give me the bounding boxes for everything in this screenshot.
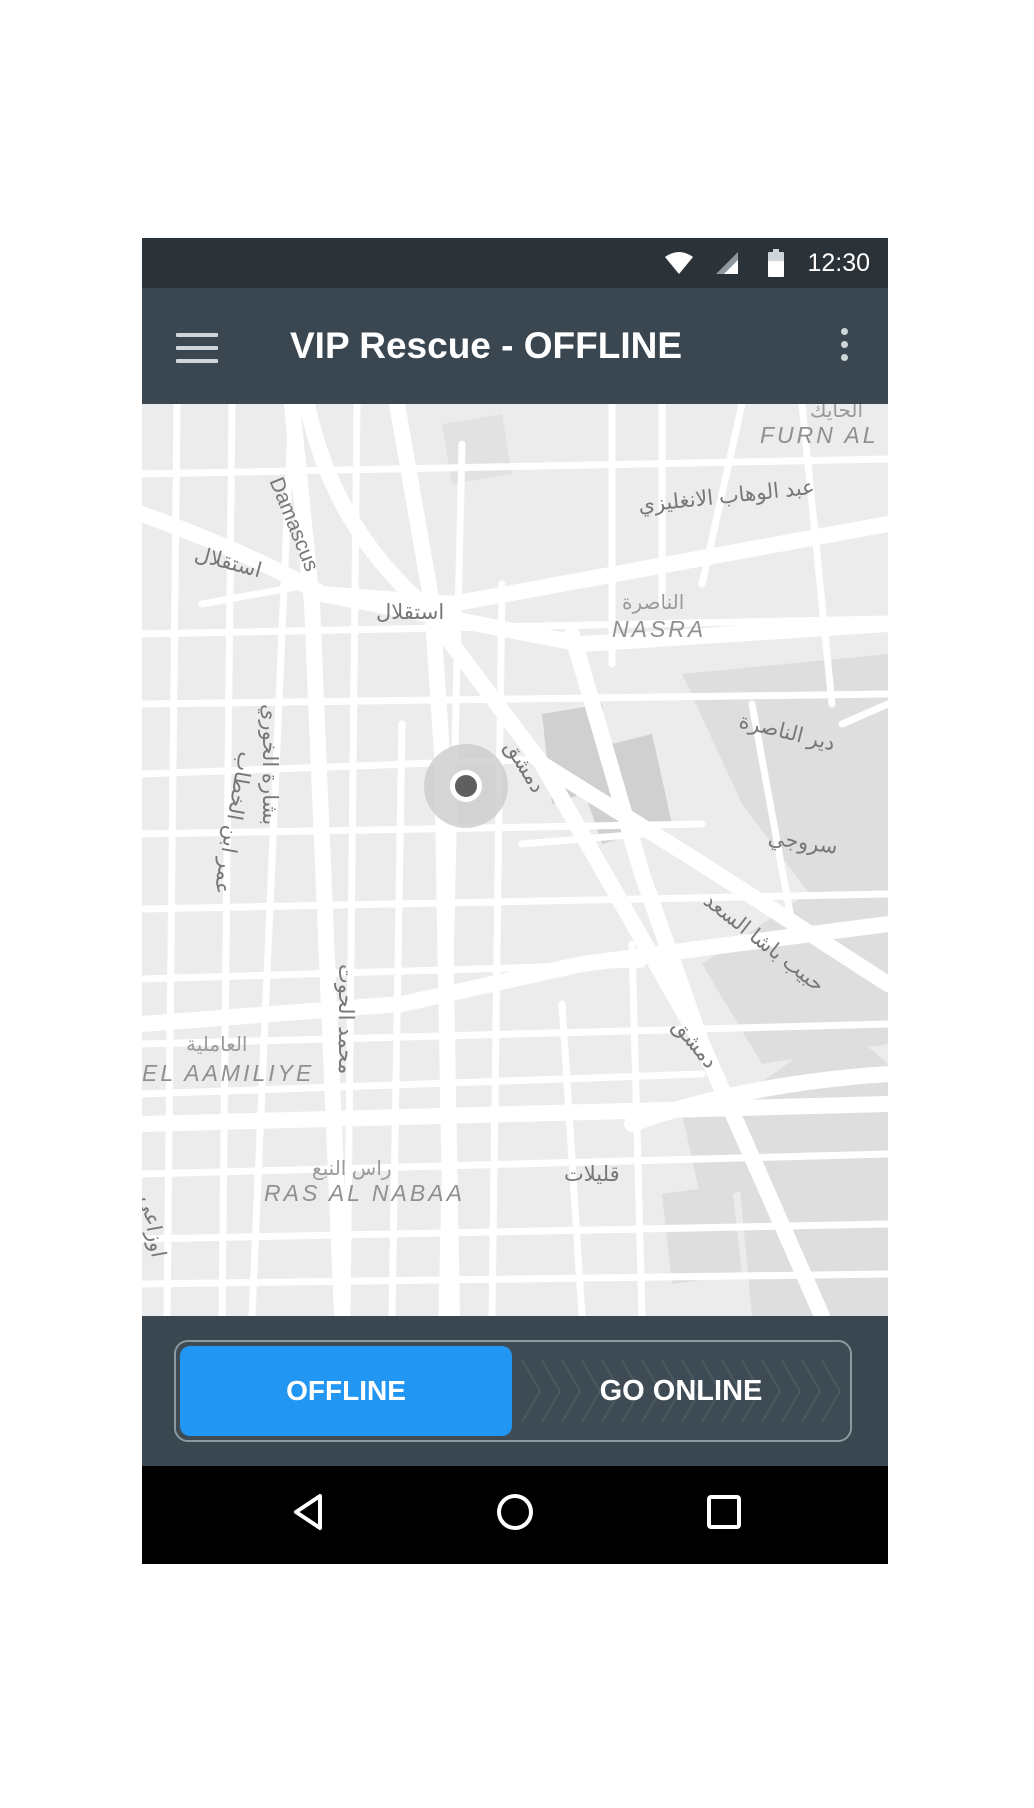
- page-title: VIP Rescue - OFFLINE: [290, 325, 683, 366]
- street-label-qlaylat: قليلات: [564, 1163, 620, 1186]
- status-time: 12:30: [807, 249, 870, 277]
- more-vert-icon[interactable]: [834, 328, 854, 368]
- wifi-icon: [665, 252, 693, 274]
- area-label-ras-al-nabaa: RAS AL NABAA: [264, 1180, 465, 1206]
- system-nav-bar: [142, 1466, 888, 1564]
- status-toggle-panel: GO ONLINE OFFLINE: [142, 1316, 888, 1466]
- phone-screen: 12:30 VIP Rescue - OFFLINE الحايك FURN A…: [142, 238, 888, 1564]
- go-online-button[interactable]: GO ONLINE: [512, 1342, 850, 1440]
- area-label-furn-al: FURN AL: [760, 422, 879, 448]
- area-label-nasra: NASRA: [612, 616, 707, 642]
- battery-icon: [768, 249, 784, 277]
- signal-icon: [716, 252, 738, 274]
- area-label-arabic-ras-nabaa: راس النبع: [312, 1158, 392, 1180]
- street-label-istiklal-2: استقلال: [376, 601, 445, 624]
- home-icon[interactable]: [493, 1490, 537, 1534]
- map-view[interactable]: الحايك FURN AL Damascus عبد الوهاب الانغ…: [142, 404, 888, 1316]
- area-label-arabic-aamiliye: العاملية: [186, 1034, 248, 1056]
- offline-knob[interactable]: OFFLINE: [180, 1346, 512, 1436]
- area-label-arabic-hayek: الحايك: [810, 404, 864, 422]
- recents-icon[interactable]: [702, 1490, 746, 1534]
- app-bar: VIP Rescue - OFFLINE: [142, 288, 888, 404]
- back-icon[interactable]: [288, 1490, 328, 1534]
- area-label-el-aamiliye: EL AAMILIYE: [142, 1060, 315, 1086]
- current-location-marker[interactable]: [455, 775, 477, 797]
- street-label-bechara-khoury: بشارة الخوري: [258, 704, 281, 826]
- map-streets: [142, 404, 888, 1316]
- status-bar: 12:30: [142, 238, 888, 288]
- area-label-arabic-nasra: الناصرة: [622, 592, 685, 614]
- hamburger-icon[interactable]: [176, 333, 218, 363]
- street-label-mohammad-hout: محمد الحوت: [334, 964, 357, 1075]
- online-toggle[interactable]: GO ONLINE OFFLINE: [174, 1340, 852, 1442]
